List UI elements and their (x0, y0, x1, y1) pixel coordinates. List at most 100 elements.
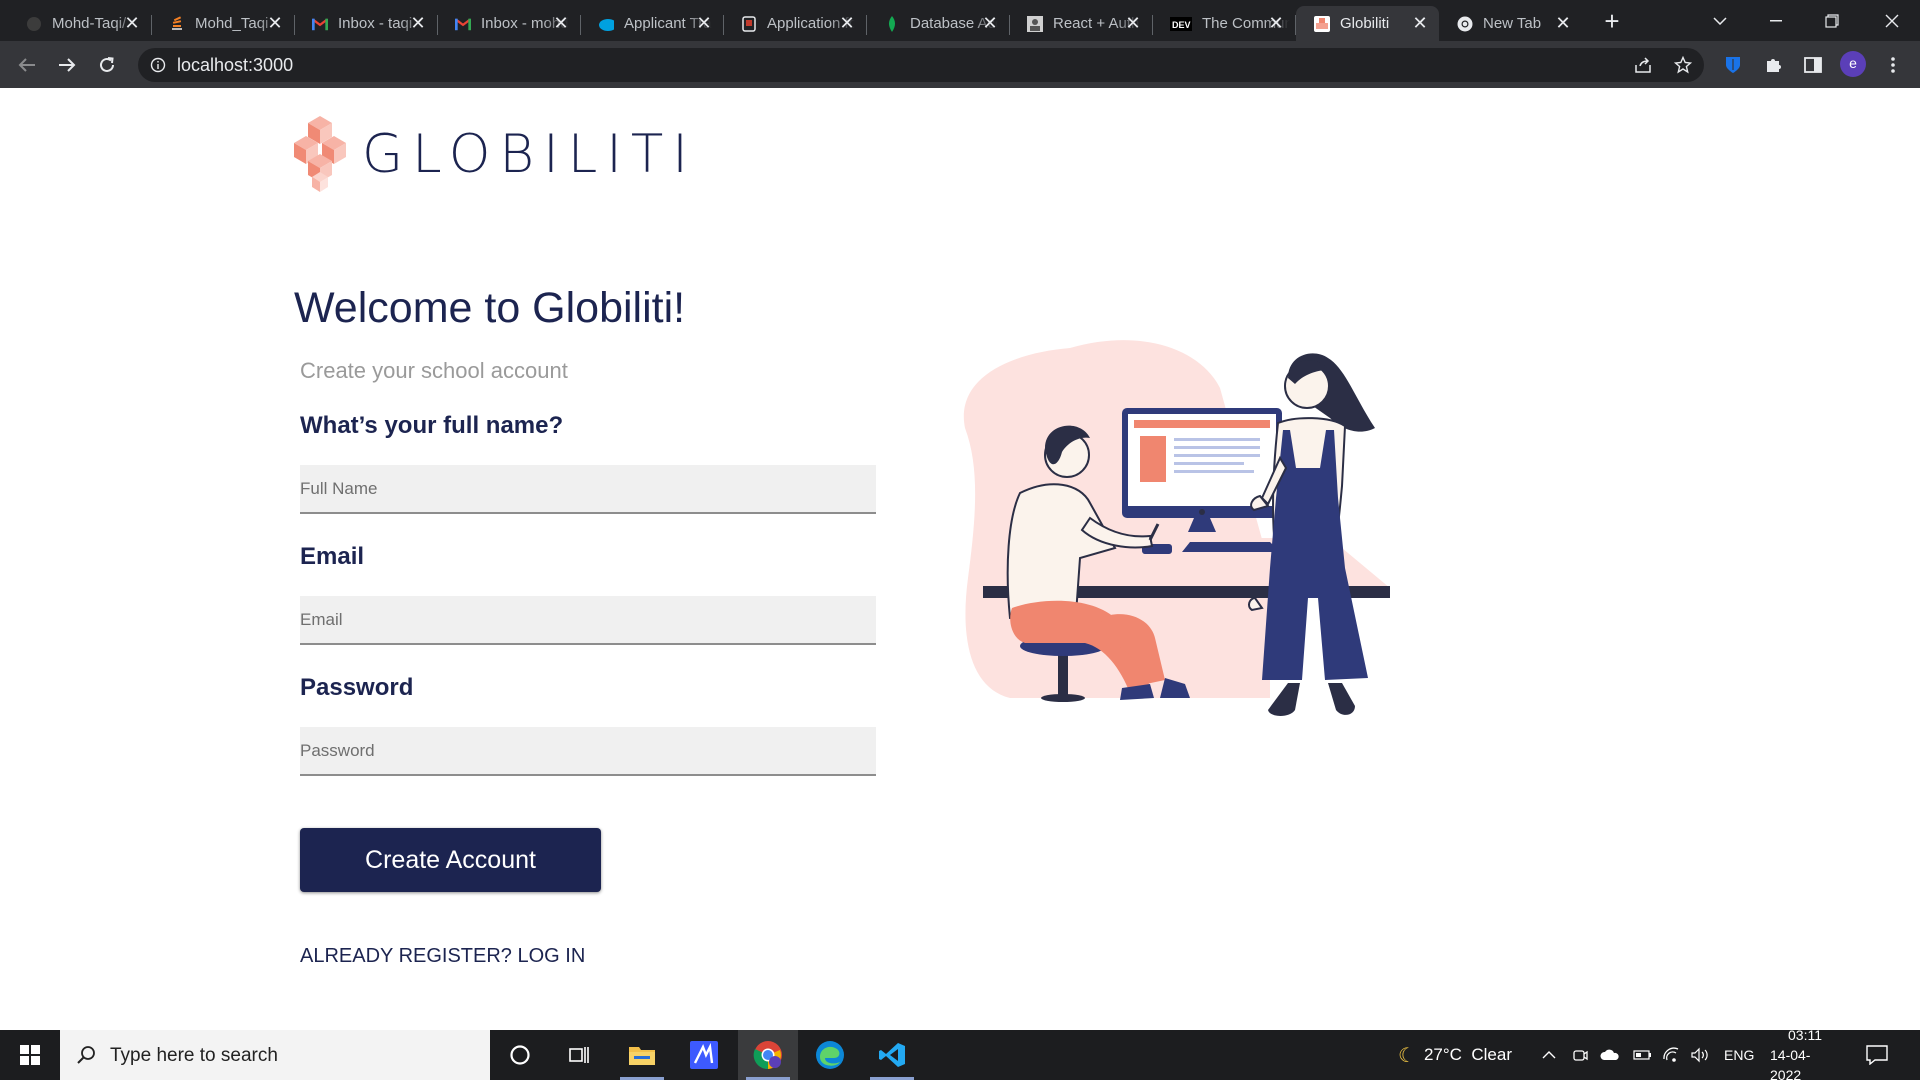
chrome-taskbar-button[interactable] (738, 1030, 798, 1080)
page-subtitle: Create your school account (300, 358, 568, 383)
forward-button[interactable] (52, 50, 82, 80)
create-account-button[interactable]: Create Account (300, 828, 601, 892)
password-label: Password (300, 674, 414, 701)
bookmark-star-icon[interactable] (1668, 50, 1698, 80)
page-content: GLOBILITI Welcome to Globiliti! Create y… (0, 88, 1920, 1030)
notifications-icon[interactable] (1866, 1030, 1888, 1080)
password-input[interactable] (300, 727, 876, 776)
search-placeholder: Type here to search (110, 1045, 278, 1066)
cortana-circle-icon (510, 1045, 530, 1065)
url-text[interactable]: localhost:3000 (177, 55, 293, 76)
more-menu-icon[interactable] (1878, 50, 1908, 80)
restore-button[interactable] (1804, 0, 1860, 41)
close-tab-icon[interactable]: ✕ (838, 14, 856, 32)
meet-now-icon[interactable] (1572, 1030, 1588, 1080)
bitwarden-shield-icon[interactable] (1718, 50, 1748, 80)
close-tab-icon[interactable]: ✕ (1411, 14, 1429, 32)
new-tab-button[interactable]: + (1597, 6, 1627, 36)
github-icon (26, 16, 42, 32)
close-tab-icon[interactable]: ✕ (123, 14, 141, 32)
document-icon (741, 15, 757, 32)
moon-icon: ☾ (1398, 1044, 1416, 1067)
taskbar-search-box[interactable]: Type here to search (60, 1030, 490, 1080)
browser-toolbar: localhost:3000 (0, 41, 1920, 88)
app-logo-icon (690, 1041, 718, 1069)
page-title: Welcome to Globiliti! (294, 284, 686, 332)
tab-search-chevron-icon[interactable] (1692, 0, 1748, 41)
close-tab-icon[interactable]: ✕ (409, 14, 427, 32)
windows-start-button[interactable] (0, 1030, 60, 1080)
cortana-button[interactable] (490, 1030, 550, 1080)
globiliti-cubes-icon (294, 116, 346, 192)
wifi-icon[interactable] (1662, 1030, 1680, 1080)
battery-icon[interactable] (1632, 1030, 1652, 1080)
search-icon (77, 1046, 95, 1064)
task-view-button[interactable] (550, 1030, 610, 1080)
extensions-puzzle-icon[interactable] (1758, 50, 1788, 80)
email-input[interactable] (300, 596, 876, 645)
chrome-icon (1457, 16, 1473, 32)
language-indicator[interactable]: ENG (1724, 1030, 1754, 1080)
minimize-button[interactable] (1748, 0, 1804, 41)
reload-button[interactable] (92, 50, 122, 80)
vpn-app-button[interactable] (674, 1030, 734, 1080)
file-explorer-button[interactable] (612, 1030, 672, 1080)
address-bar[interactable]: localhost:3000 (138, 48, 1704, 82)
clock-date: 14-04-2022 (1770, 1047, 1811, 1083)
vscode-icon (879, 1043, 905, 1067)
gmail-icon (312, 16, 328, 32)
share-icon[interactable] (1628, 50, 1658, 80)
browser-tab[interactable]: Application form ✕ (723, 6, 867, 41)
close-tab-icon[interactable]: ✕ (1554, 14, 1572, 32)
task-view-icon (569, 1047, 589, 1063)
close-tab-icon[interactable]: ✕ (266, 14, 284, 32)
edge-icon (816, 1041, 844, 1069)
browser-tab[interactable]: React + Auth ✕ (1009, 6, 1153, 41)
full-name-label: What’s your full name? (300, 412, 564, 439)
profile-avatar[interactable]: e (1840, 51, 1866, 77)
salesforce-icon (598, 16, 614, 32)
weather-text: 27°C Clear (1423, 1045, 1512, 1064)
browser-tab[interactable]: Inbox - taqi ✕ (294, 6, 438, 41)
close-tab-icon[interactable]: ✕ (1267, 14, 1285, 32)
image-icon (1027, 15, 1043, 32)
side-panel-icon[interactable] (1798, 50, 1828, 80)
chrome-icon (753, 1041, 782, 1070)
show-hidden-icons-chevron[interactable] (1542, 1030, 1556, 1080)
browser-tab[interactable]: Inbox - mohd ✕ (437, 6, 581, 41)
site-info-icon[interactable] (150, 57, 166, 73)
edge-button[interactable] (800, 1030, 860, 1080)
clock[interactable]: 03:11 14-04-2022 (1770, 1027, 1840, 1083)
browser-tab-strip: Mohd-Taqi/ ✕ Mohd_Taqi ✕ Inbox - taqi ✕ … (0, 0, 1920, 41)
windows-taskbar: Type here to search ☾ 27°C Clear ENG 03:… (0, 1027, 1920, 1083)
back-button[interactable] (12, 50, 42, 80)
onedrive-cloud-icon[interactable] (1600, 1030, 1620, 1080)
volume-icon[interactable] (1690, 1030, 1712, 1080)
team-at-computer-illustration (963, 340, 1390, 716)
full-name-input[interactable] (300, 465, 876, 514)
globiliti-icon (1314, 15, 1330, 32)
stackoverflow-icon (169, 15, 185, 32)
logo-wordmark: GLOBILITI (362, 123, 697, 185)
vscode-button[interactable] (862, 1030, 922, 1080)
weather-widget[interactable]: ☾ 27°C Clear (1398, 1030, 1512, 1080)
browser-tab-active[interactable]: Globiliti ✕ (1296, 6, 1439, 41)
login-link[interactable]: ALREADY REGISTER? LOG IN (300, 945, 585, 968)
browser-tab[interactable]: Database Access ✕ (866, 6, 1010, 41)
browser-tab[interactable]: Mohd-Taqi/ ✕ (8, 6, 152, 41)
browser-tab[interactable]: New Tab ✕ (1439, 6, 1582, 41)
globiliti-logo: GLOBILITI (292, 112, 697, 196)
close-tab-icon[interactable]: ✕ (552, 14, 570, 32)
browser-tab[interactable]: Mohd_Taqi ✕ (151, 6, 295, 41)
dev-icon: DEV (1170, 16, 1192, 32)
svg-text:DEV: DEV (1172, 20, 1191, 30)
email-label: Email (300, 543, 365, 570)
browser-tab[interactable]: DEV The Community ✕ (1152, 6, 1296, 41)
browser-tab[interactable]: Applicant Tracking ✕ (580, 6, 724, 41)
windows-logo-icon (20, 1045, 40, 1065)
close-window-button[interactable] (1864, 0, 1920, 41)
clock-time: 03:11 (1788, 1027, 1822, 1043)
close-tab-icon[interactable]: ✕ (695, 14, 713, 32)
close-tab-icon[interactable]: ✕ (1124, 14, 1142, 32)
close-tab-icon[interactable]: ✕ (981, 14, 999, 32)
